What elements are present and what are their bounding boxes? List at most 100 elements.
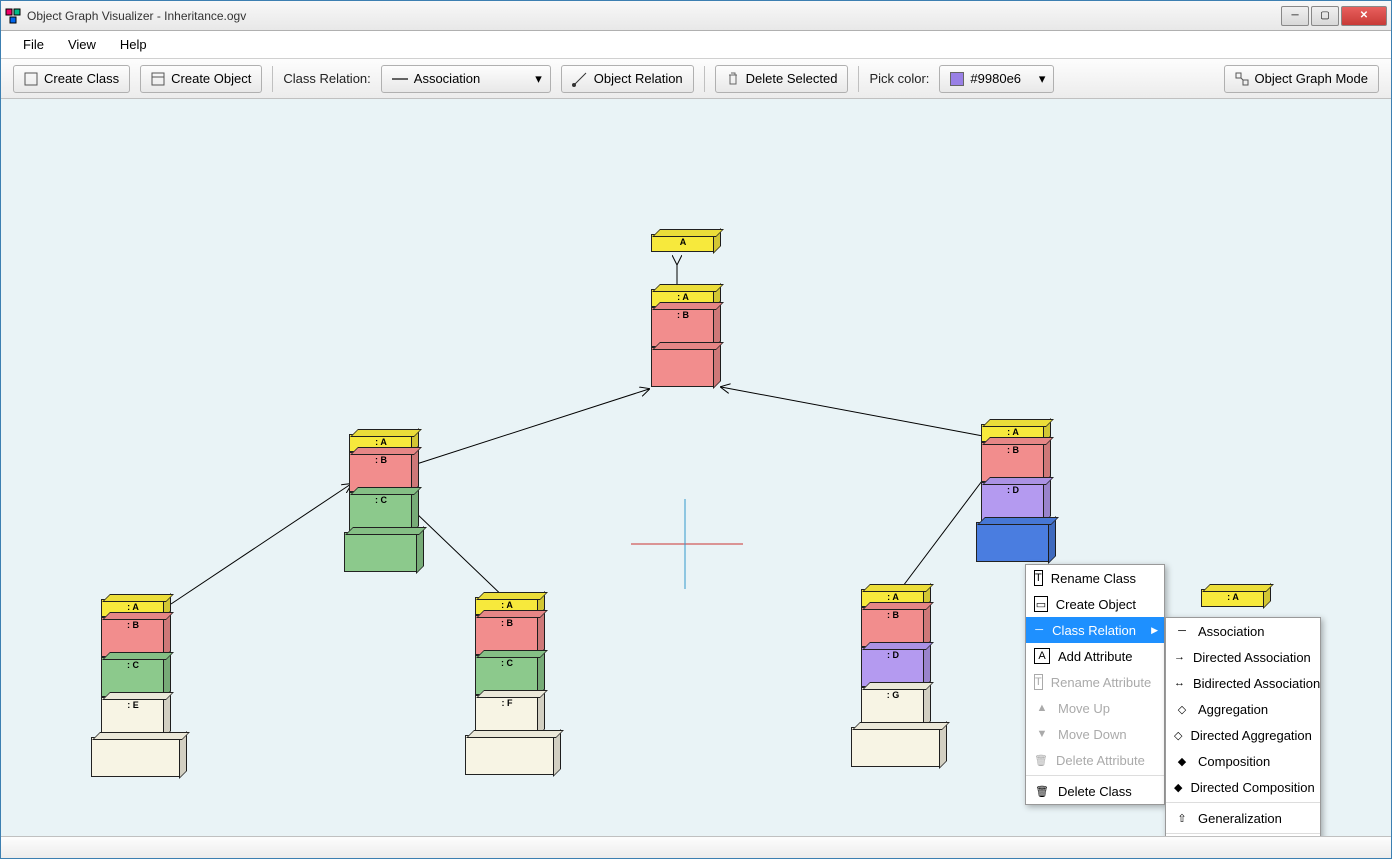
box-F: : F bbox=[475, 695, 539, 735]
menu-file[interactable]: File bbox=[11, 33, 56, 56]
pick-color-select[interactable]: #9980e6 ▾ bbox=[939, 65, 1054, 93]
ctx-class-relation[interactable]: ─ Class Relation ▶ bbox=[1026, 617, 1164, 643]
ctx-delete-attribute: 🗑 Delete Attribute bbox=[1026, 747, 1164, 773]
box-E2 bbox=[91, 737, 181, 777]
chevron-down-icon: ▾ bbox=[535, 71, 542, 87]
object-stack-far-right[interactable]: : A bbox=[1201, 589, 1265, 607]
create-object-label: Create Object bbox=[171, 71, 251, 86]
separator bbox=[1166, 833, 1320, 834]
object-stack-F[interactable]: : A : B : C : F bbox=[475, 597, 555, 775]
object-graph-mode-label: Object Graph Mode bbox=[1255, 71, 1368, 86]
maximize-button[interactable]: ▢ bbox=[1311, 6, 1339, 26]
context-menu: T Rename Class ▭ Create Object ─ Class R… bbox=[1025, 564, 1165, 805]
box-F2 bbox=[465, 735, 555, 775]
ctx-rename-class[interactable]: T Rename Class bbox=[1026, 565, 1164, 591]
sub-aggregation[interactable]: ◇Aggregation bbox=[1166, 696, 1320, 722]
ctx-rename-attribute: T Rename Attribute bbox=[1026, 669, 1164, 695]
down-icon: ▼ bbox=[1034, 726, 1050, 742]
line-icon: ─ bbox=[1174, 623, 1190, 639]
box-icon: ▭ bbox=[1034, 596, 1048, 612]
up-icon: ▲ bbox=[1034, 700, 1050, 716]
box-B2 bbox=[651, 347, 715, 387]
line-icon: ─ bbox=[1034, 622, 1044, 638]
delete-selected-button[interactable]: Delete Selected bbox=[715, 65, 849, 93]
object-stack-E[interactable]: : A : B : C : E bbox=[101, 599, 181, 777]
separator bbox=[704, 66, 705, 92]
sub-directed-aggregation[interactable]: ◇Directed Aggregation bbox=[1166, 722, 1320, 748]
box-E: : E bbox=[101, 697, 165, 737]
class-A-top[interactable]: A bbox=[651, 234, 715, 252]
create-object-button[interactable]: Create Object bbox=[140, 65, 262, 93]
chevron-down-icon: ▾ bbox=[1039, 71, 1046, 87]
class-relation-label: Class Relation: bbox=[283, 71, 370, 86]
box-C2 bbox=[344, 532, 418, 572]
titlebar[interactable]: Object Graph Visualizer - Inheritance.og… bbox=[1, 1, 1391, 31]
diamond-icon: ◇ bbox=[1174, 701, 1190, 717]
ctx-delete-class[interactable]: 🗑 Delete Class bbox=[1026, 778, 1164, 804]
trash-icon: 🗑 bbox=[1034, 752, 1048, 768]
trash-icon bbox=[726, 72, 740, 86]
box-icon bbox=[24, 72, 38, 86]
sub-association[interactable]: ─Association bbox=[1166, 618, 1320, 644]
class-relation-submenu: ─Association →Directed Association ↔Bidi… bbox=[1165, 617, 1321, 836]
box-B: : B bbox=[981, 442, 1045, 482]
box-G: : G bbox=[861, 687, 925, 727]
menu-view[interactable]: View bbox=[56, 33, 108, 56]
ctx-move-up: ▲ Move Up bbox=[1026, 695, 1164, 721]
minimize-button[interactable]: ─ bbox=[1281, 6, 1309, 26]
window-title: Object Graph Visualizer - Inheritance.og… bbox=[27, 9, 1279, 23]
separator bbox=[858, 66, 859, 92]
box-B: : B bbox=[101, 617, 165, 657]
diamond-arrow-icon: ◇ bbox=[1174, 727, 1182, 743]
object-relation-label: Object Relation bbox=[594, 71, 683, 86]
canvas[interactable]: A : A : B : A : B : C : A : B : D : A : … bbox=[1, 99, 1391, 836]
text-icon: T bbox=[1034, 674, 1043, 690]
object-graph-mode-button[interactable]: Object Graph Mode bbox=[1224, 65, 1379, 93]
sub-composition[interactable]: ◆Composition bbox=[1166, 748, 1320, 774]
ctx-add-attribute[interactable]: A Add Attribute bbox=[1026, 643, 1164, 669]
delete-selected-label: Delete Selected bbox=[746, 71, 838, 86]
box-B: : B bbox=[475, 615, 539, 655]
box-C: : C bbox=[101, 657, 165, 697]
sub-generalization[interactable]: ⇧Generalization bbox=[1166, 805, 1320, 831]
class-relation-value: Association bbox=[414, 71, 480, 86]
graph-icon bbox=[1235, 72, 1249, 86]
create-class-button[interactable]: Create Class bbox=[13, 65, 130, 93]
box-C: : C bbox=[349, 492, 413, 532]
object-stack-top[interactable]: : A : B bbox=[651, 289, 715, 387]
text-icon: T bbox=[1034, 570, 1043, 586]
object-stack-G[interactable]: : A : B : D : G bbox=[861, 589, 941, 767]
box-A: : A bbox=[1201, 589, 1265, 607]
separator bbox=[1026, 775, 1164, 776]
create-class-label: Create Class bbox=[44, 71, 119, 86]
toolbar: Create Class Create Object Class Relatio… bbox=[1, 59, 1391, 99]
sub-directed-association[interactable]: →Directed Association bbox=[1166, 644, 1320, 670]
sub-bidirected-association[interactable]: ↔Bidirected Association bbox=[1166, 670, 1320, 696]
app-icon bbox=[5, 8, 21, 24]
object-stack-C[interactable]: : A : B : C bbox=[349, 434, 418, 572]
color-swatch bbox=[950, 72, 964, 86]
box-D: : D bbox=[861, 647, 925, 687]
ctx-create-object[interactable]: ▭ Create Object bbox=[1026, 591, 1164, 617]
object-relation-button[interactable]: Object Relation bbox=[561, 65, 694, 93]
box-icon bbox=[151, 72, 165, 86]
filled-diamond-arrow-icon: ◆ bbox=[1174, 779, 1182, 795]
object-stack-D[interactable]: : A : B : D bbox=[981, 424, 1050, 562]
class-relation-select[interactable]: Association ▾ bbox=[381, 65, 551, 93]
box-G2 bbox=[851, 727, 941, 767]
box-B: : B bbox=[861, 607, 925, 647]
box-D2 bbox=[976, 522, 1050, 562]
box-C: : C bbox=[475, 655, 539, 695]
separator bbox=[1166, 802, 1320, 803]
biarrow-icon: ↔ bbox=[1174, 675, 1185, 691]
trash-icon: 🗑 bbox=[1034, 783, 1050, 799]
hollow-arrow-icon: ⇧ bbox=[1174, 810, 1190, 826]
close-button[interactable]: ✕ bbox=[1341, 6, 1387, 26]
ctx-move-down: ▼ Move Down bbox=[1026, 721, 1164, 747]
menu-help[interactable]: Help bbox=[108, 33, 159, 56]
box-D: : D bbox=[981, 482, 1045, 522]
statusbar bbox=[1, 836, 1391, 858]
separator bbox=[272, 66, 273, 92]
chevron-right-icon: ▶ bbox=[1151, 625, 1158, 636]
sub-directed-composition[interactable]: ◆Directed Composition bbox=[1166, 774, 1320, 800]
